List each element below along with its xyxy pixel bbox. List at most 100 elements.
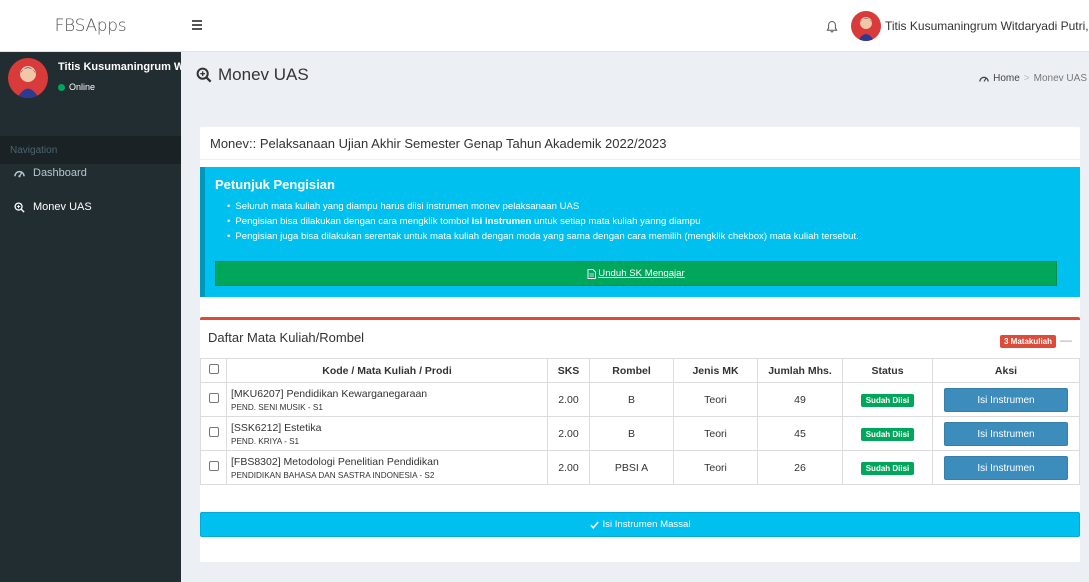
column-header: SKS <box>547 358 590 383</box>
user-status: Online <box>58 82 95 92</box>
jumlah-cell: 45 <box>757 416 843 451</box>
dashboard-icon <box>14 170 25 177</box>
jumlah-cell: 49 <box>757 382 843 417</box>
dashboard-icon <box>979 76 989 82</box>
instruction-item: Pengisian juga bisa dilakukan serentak u… <box>227 231 858 242</box>
instruction-item: Seluruh mata kuliah yang diampu harus di… <box>227 201 859 212</box>
course-name: [MKU6207] Pendidikan Kewarganegaraan <box>231 387 428 400</box>
content-area: Monev UAS Home > Monev UAS Monev:: Pelak… <box>181 52 1089 582</box>
page-title: Monev UAS <box>196 65 309 85</box>
column-header: Aksi <box>932 358 1080 383</box>
row-select-cell <box>200 382 227 417</box>
status-badge: Sudah Diisi <box>860 393 915 407</box>
column-header: Kode / Mata Kuliah / Prodi <box>226 358 548 383</box>
table-row: [SSK6212] Estetika PEND. KRIYA - S1 2.00… <box>200 416 1080 451</box>
instruction-list: Seluruh mata kuliah yang diampu harus di… <box>227 201 859 246</box>
page-title-text: Monev UAS <box>218 65 309 84</box>
column-header: Rombel <box>589 358 674 383</box>
breadcrumb-separator: > <box>1023 73 1030 84</box>
breadcrumb-home[interactable]: Home <box>993 73 1020 84</box>
course-prodi: PENDIDIKAN BAHASA DAN SASTRA INDONESIA -… <box>231 470 435 480</box>
sidebar-item-label: Monev UAS <box>33 201 92 213</box>
table-header-row: Kode / Mata Kuliah / Prodi SKS Rombel Je… <box>200 358 1080 383</box>
course-name: [SSK6212] Estetika <box>231 421 322 434</box>
user-panel: Titis Kusumaningrum Witdaryadi Putri, M.… <box>0 52 181 136</box>
top-navbar: FBSApps Titis Kusumaningrum Witdaryadi P… <box>0 0 1089 52</box>
action-cell: Isi Instrumen <box>932 382 1080 417</box>
row-checkbox[interactable] <box>208 461 219 471</box>
check-icon <box>589 520 599 529</box>
breadcrumb-current: Monev UAS <box>1033 73 1087 84</box>
sks-cell: 2.00 <box>547 416 590 451</box>
file-icon <box>587 268 597 279</box>
course-list-box: Daftar Mata Kuliah/Rombel 3 Matakuliah —… <box>200 317 1080 527</box>
status-badge: Sudah Diisi <box>860 461 915 475</box>
rombel-cell: B <box>589 416 674 451</box>
header-user-name[interactable]: Titis Kusumaningrum Witdaryadi Putri, M.… <box>885 19 1089 33</box>
app-brand[interactable]: FBSApps <box>0 0 181 52</box>
status-cell: Sudah Diisi <box>842 416 933 451</box>
sidebar-toggle-icon[interactable] <box>192 20 202 30</box>
course-prodi: PEND. SENI MUSIK - S1 <box>231 402 323 412</box>
instruction-item: Pengisian bisa dilakukan dengan cara men… <box>227 216 859 227</box>
search-plus-icon <box>196 67 212 83</box>
divider <box>200 159 1080 160</box>
column-header: Jenis MK <box>673 358 758 383</box>
column-header: Status <box>842 358 933 383</box>
isi-instrumen-button[interactable]: Isi Instrumen <box>944 421 1068 446</box>
isi-instrumen-button[interactable]: Isi Instrumen <box>944 387 1068 412</box>
status-badge: Sudah Diisi <box>860 427 915 441</box>
status-cell: Sudah Diisi <box>842 450 933 485</box>
jenis-cell: Teori <box>673 450 758 485</box>
collapse-button[interactable]: — <box>1060 333 1072 347</box>
row-checkbox[interactable] <box>208 393 219 403</box>
search-plus-icon <box>14 201 25 213</box>
course-prodi: PEND. KRIYA - S1 <box>231 436 300 446</box>
user-avatar[interactable] <box>851 11 881 41</box>
course-table: Kode / Mata Kuliah / Prodi SKS Rombel Je… <box>200 358 1080 485</box>
course-list-title: Daftar Mata Kuliah/Rombel <box>208 330 365 345</box>
action-cell: Isi Instrumen <box>932 450 1080 485</box>
table-row: [FBS8302] Metodologi Penelitian Pendidik… <box>200 450 1080 485</box>
massal-button-label: Isi Instrumen Massal <box>602 519 691 530</box>
sidebar-item-monev-uas[interactable]: Monev UAS <box>0 192 181 222</box>
jumlah-cell: 26 <box>757 450 843 485</box>
column-header: Jumlah Mhs. <box>757 358 843 383</box>
user-status-label: Online <box>69 82 96 92</box>
online-dot-icon <box>58 83 65 91</box>
breadcrumb: Home > Monev UAS <box>979 73 1087 84</box>
sidebar-user-name: Titis Kusumaningrum Witdaryadi Putri, M.… <box>58 61 181 73</box>
row-checkbox[interactable] <box>208 427 219 437</box>
course-cell: [MKU6207] Pendidikan Kewarganegaraan PEN… <box>226 382 548 417</box>
bell-icon[interactable] <box>825 20 839 34</box>
table-row: [MKU6207] Pendidikan Kewarganegaraan PEN… <box>200 382 1080 417</box>
download-sk-label: Unduh SK Mengajar <box>598 268 685 279</box>
sidebar-item-dashboard[interactable]: Dashboard <box>0 158 181 188</box>
box-title: Monev:: Pelaksanaan Ujian Akhir Semester… <box>210 136 667 151</box>
course-cell: [FBS8302] Metodologi Penelitian Pendidik… <box>226 450 548 485</box>
callout-title: Petunjuk Pengisian <box>215 177 335 192</box>
instruction-callout: Petunjuk Pengisian Seluruh mata kuliah y… <box>200 167 1080 297</box>
select-all-checkbox[interactable] <box>208 364 219 374</box>
jenis-cell: Teori <box>673 382 758 417</box>
sks-cell: 2.00 <box>547 382 590 417</box>
isi-instrumen-button[interactable]: Isi Instrumen <box>944 455 1068 480</box>
course-name: [FBS8302] Metodologi Penelitian Pendidik… <box>231 455 439 468</box>
row-select-cell <box>200 416 227 451</box>
select-all-cell <box>200 358 227 383</box>
jenis-cell: Teori <box>673 416 758 451</box>
course-count-badge: 3 Matakuliah <box>1000 335 1057 348</box>
sidebar-item-label: Dashboard <box>33 167 87 179</box>
rombel-cell: PBSI A <box>589 450 674 485</box>
sidebar: Titis Kusumaningrum Witdaryadi Putri, M.… <box>0 52 181 582</box>
download-sk-button[interactable]: Unduh SK Mengajar <box>215 261 1057 286</box>
sks-cell: 2.00 <box>547 450 590 485</box>
monev-box: Monev:: Pelaksanaan Ujian Akhir Semester… <box>200 127 1080 562</box>
status-cell: Sudah Diisi <box>842 382 933 417</box>
course-cell: [SSK6212] Estetika PEND. KRIYA - S1 <box>226 416 548 451</box>
isi-instrumen-massal-button[interactable]: Isi Instrumen Massal <box>200 512 1080 537</box>
rombel-cell: B <box>589 382 674 417</box>
sidebar-avatar <box>8 58 48 98</box>
action-cell: Isi Instrumen <box>932 416 1080 451</box>
row-select-cell <box>200 450 227 485</box>
